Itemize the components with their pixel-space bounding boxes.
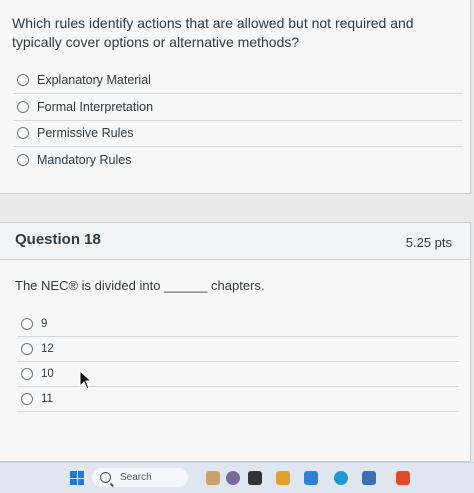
answer-label: Formal Interpretation — [37, 100, 154, 114]
radio-button[interactable] — [17, 154, 29, 166]
store-icon[interactable] — [362, 471, 376, 485]
radio-button[interactable] — [21, 342, 33, 355]
radio-button[interactable] — [17, 74, 29, 86]
question-18-card: Question 18 5.25 pts The NEC® is divided… — [0, 222, 471, 462]
app-icon[interactable] — [226, 471, 240, 485]
question-title: Question 18 — [15, 231, 101, 248]
answer-label: 11 — [41, 392, 53, 405]
answer-label: Explanatory Material — [37, 73, 151, 87]
windows-start-icon[interactable] — [70, 471, 84, 485]
answer-option-9[interactable]: 9 — [17, 311, 459, 337]
windows-taskbar: Search — [0, 462, 474, 493]
answer-option-formal-interpretation[interactable]: Formal Interpretation — [13, 94, 463, 121]
question-17-card: Which rules identify actions that are al… — [0, 0, 471, 194]
edge-browser-icon[interactable] — [334, 471, 348, 485]
radio-button[interactable] — [21, 367, 33, 380]
file-explorer-icon[interactable] — [276, 471, 290, 485]
answer-label: Mandatory Rules — [37, 153, 132, 167]
task-view-icon[interactable] — [248, 471, 262, 485]
radio-button[interactable] — [17, 127, 29, 139]
question-18-text: The NEC® is divided into ______ chapters… — [15, 278, 265, 293]
answer-option-explanatory-material[interactable]: Explanatory Material — [13, 67, 463, 94]
answer-label: 12 — [41, 342, 54, 355]
question-header: Question 18 5.25 pts — [0, 223, 470, 260]
question-17-text: Which rules identify actions that are al… — [12, 15, 414, 50]
answer-option-mandatory-rules[interactable]: Mandatory Rules — [13, 147, 463, 173]
answer-option-12[interactable]: 12 — [17, 336, 459, 362]
radio-button[interactable] — [21, 317, 33, 330]
office-icon[interactable] — [396, 471, 410, 485]
widgets-icon[interactable] — [206, 471, 220, 485]
answer-label: 9 — [41, 317, 48, 330]
teams-icon[interactable] — [304, 471, 318, 485]
search-label: Search — [120, 472, 152, 483]
radio-button[interactable] — [17, 101, 29, 113]
answer-label: Permissive Rules — [37, 126, 134, 140]
answer-label: 10 — [41, 367, 54, 380]
answer-option-permissive-rules[interactable]: Permissive Rules — [13, 120, 463, 147]
question-points: 5.25 pts — [405, 235, 452, 250]
search-icon — [100, 472, 111, 483]
taskbar-search[interactable]: Search — [92, 468, 188, 487]
radio-button[interactable] — [21, 392, 33, 405]
mouse-cursor-icon — [79, 370, 93, 390]
